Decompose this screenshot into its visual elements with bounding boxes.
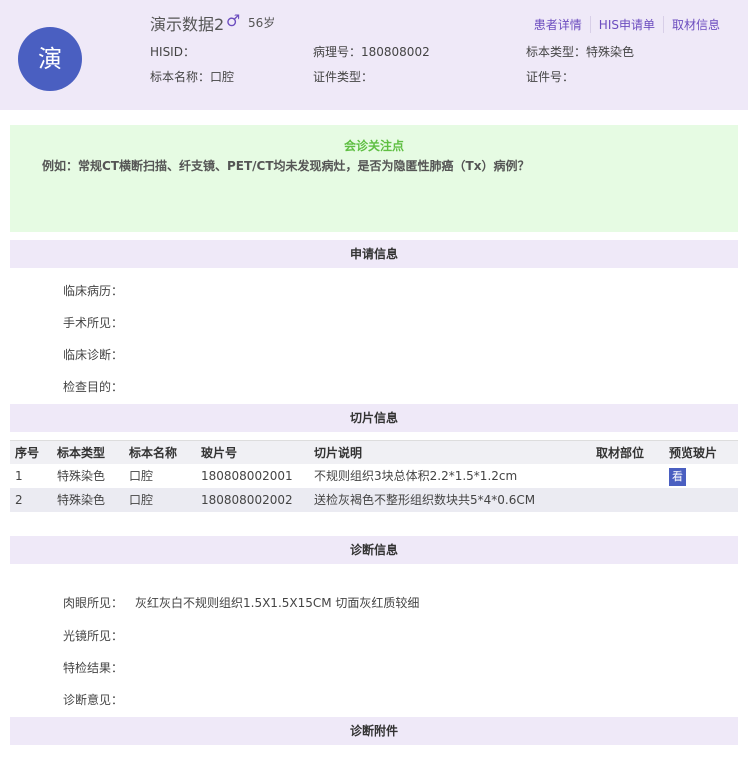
hisid-field: HISID： — [150, 45, 195, 59]
diagnosis-opinion-label: 诊断意见： — [63, 693, 124, 707]
cell-specimen-name: 口腔 — [129, 469, 154, 483]
cell-specimen-name: 口腔 — [129, 493, 154, 507]
diagnosis-info-header: 诊断信息 — [10, 536, 738, 564]
slide-table: 序号 标本类型 标本名称 玻片号 切片说明 取材部位 预览玻片 1 特殊染色 口… — [10, 440, 738, 512]
col-specimen-type: 标本类型 — [57, 446, 106, 460]
patient-age: 56岁 — [248, 16, 276, 30]
pathology-no-field: 病理号：180808002 — [313, 45, 430, 59]
male-icon: ♂ — [226, 11, 241, 30]
id-type-field: 证件类型： — [313, 70, 374, 84]
sampling-info-link[interactable]: 取材信息 — [662, 16, 728, 33]
patient-name: 演示数据2 — [150, 15, 225, 34]
consultation-notice: 会诊关注点 例如：常规CT横断扫描、纤支镜、PET/CT均未发现病灶，是否为隐匿… — [10, 125, 738, 232]
col-specimen-name: 标本名称 — [129, 446, 178, 460]
cell-index: 2 — [15, 493, 23, 507]
clinical-history-label: 临床病历： — [63, 284, 124, 298]
patient-header: 演 演示数据2 ♂ 56岁 患者详情 HIS申请单 取材信息 HISID： 病理… — [0, 0, 748, 110]
header-links: 患者详情 HIS申请单 取材信息 — [526, 16, 728, 33]
col-index: 序号 — [15, 446, 40, 460]
clinical-diagnosis-label: 临床诊断： — [63, 348, 124, 362]
notice-title: 会诊关注点 — [343, 139, 404, 153]
specimen-name-field: 标本名称：口腔 — [150, 70, 235, 84]
exam-purpose-label: 检查目的： — [63, 380, 124, 394]
cell-specimen-type: 特殊染色 — [57, 469, 106, 483]
gross-findings-label: 肉眼所见： — [63, 596, 124, 610]
cell-slide-no: 180808002002 — [201, 493, 293, 507]
special-test-label: 特检结果： — [63, 661, 124, 675]
diagnosis-attachment-header: 诊断附件 — [10, 717, 738, 745]
view-slide-button[interactable]: 看 — [669, 468, 686, 486]
col-slide-no: 玻片号 — [201, 446, 238, 460]
table-header-row: 序号 标本类型 标本名称 玻片号 切片说明 取材部位 预览玻片 — [10, 440, 738, 464]
cell-specimen-type: 特殊染色 — [57, 493, 106, 507]
col-slide-desc: 切片说明 — [314, 446, 363, 460]
avatar: 演 — [18, 27, 82, 91]
surgery-findings-label: 手术所见： — [63, 316, 124, 330]
cell-index: 1 — [15, 469, 23, 483]
col-preview: 预览玻片 — [669, 446, 718, 460]
cell-slide-no: 180808002001 — [201, 469, 293, 483]
apply-info-header: 申请信息 — [10, 240, 738, 268]
id-no-field: 证件号： — [526, 70, 575, 84]
his-request-link[interactable]: HIS申请单 — [589, 16, 663, 33]
gross-findings-value: 灰红灰白不规则组织1.5X1.5X15CM 切面灰红质较细 — [135, 596, 420, 610]
notice-text: 例如：常规CT横断扫描、纤支镜、PET/CT均未发现病灶，是否为隐匿性肺癌（Tx… — [42, 159, 530, 173]
slide-info-header: 切片信息 — [10, 404, 738, 432]
cell-slide-desc: 不规则组织3块总体积2.2*1.5*1.2cm — [314, 469, 518, 483]
patient-detail-link[interactable]: 患者详情 — [526, 16, 590, 33]
table-row: 1 特殊染色 口腔 180808002001 不规则组织3块总体积2.2*1.5… — [10, 464, 738, 488]
col-sampling-site: 取材部位 — [596, 446, 645, 460]
microscopy-findings-label: 光镜所见： — [63, 629, 124, 643]
cell-slide-desc: 送检灰褐色不整形组织数块共5*4*0.6CM — [314, 493, 536, 507]
specimen-type-field: 标本类型：特殊染色 — [526, 45, 635, 59]
table-row: 2 特殊染色 口腔 180808002002 送检灰褐色不整形组织数块共5*4*… — [10, 488, 738, 512]
